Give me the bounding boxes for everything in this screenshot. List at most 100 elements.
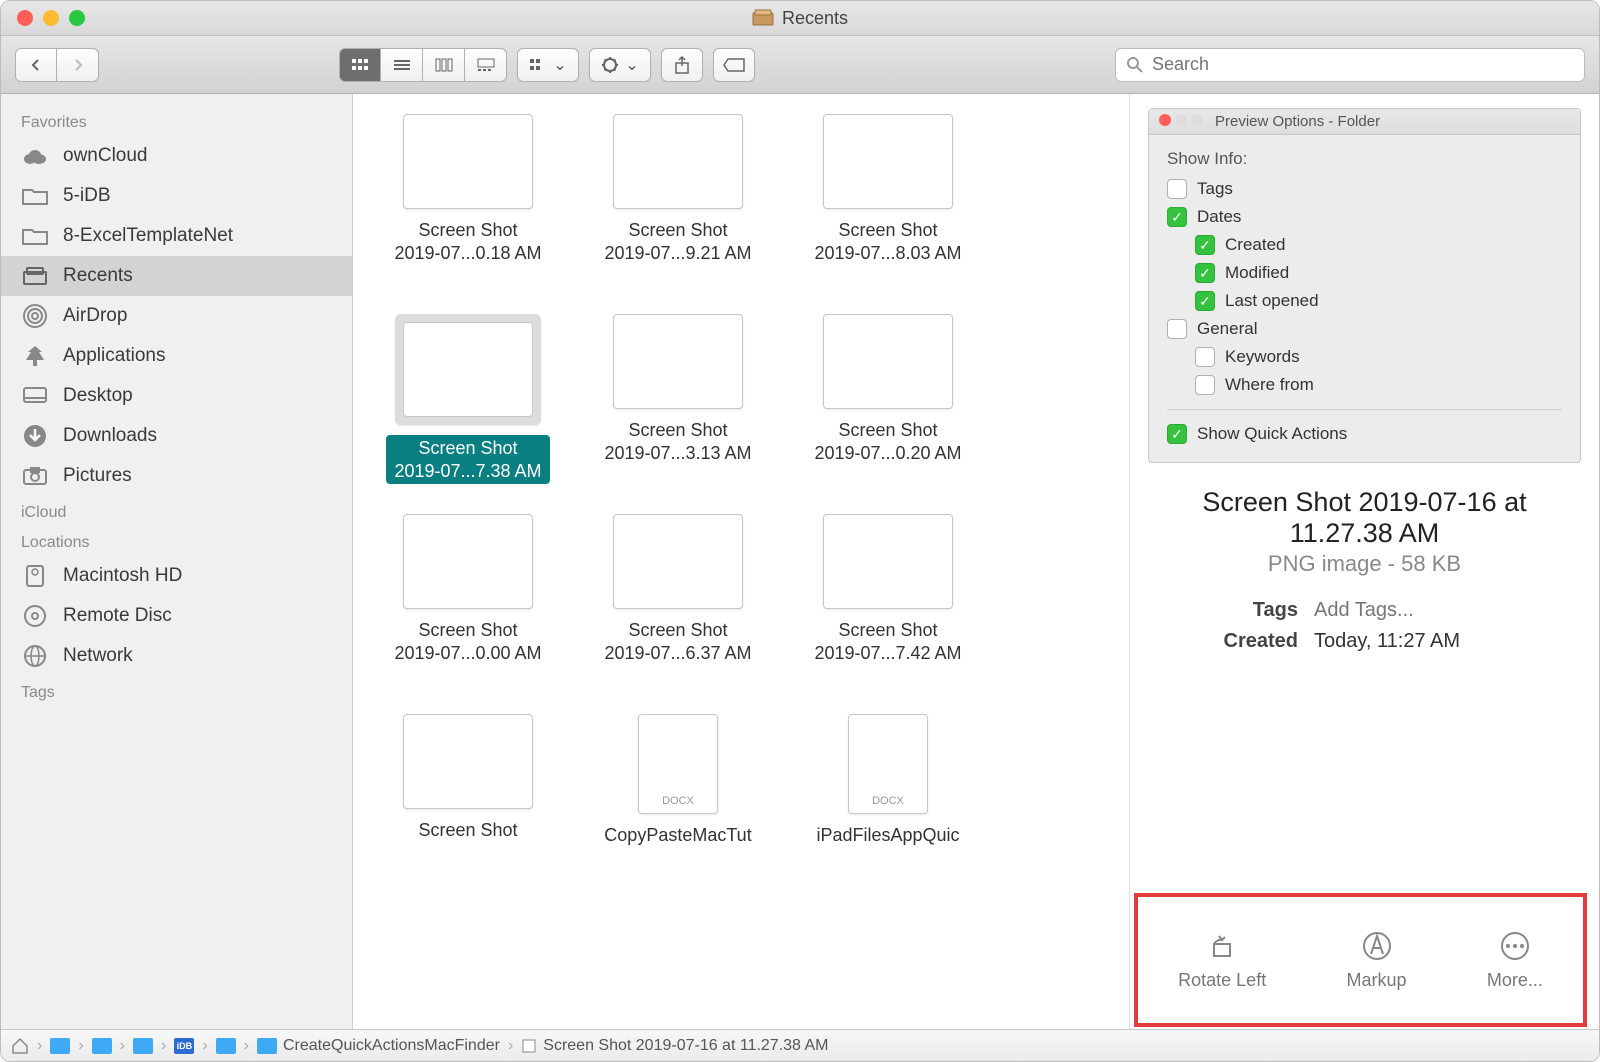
path-current-file[interactable]: Screen Shot 2019-07-16 at 11.27.38 AM	[521, 1037, 828, 1055]
preview-subtitle: PNG image - 58 KB	[1148, 551, 1581, 577]
search-field[interactable]	[1115, 48, 1585, 82]
zoom-window-button[interactable]	[69, 10, 85, 26]
path-bar: › › › › iDB› › CreateQuickActionsMacFind…	[1, 1029, 1599, 1061]
checkbox-dates[interactable]: ✓Dates	[1167, 203, 1562, 231]
checkbox-created[interactable]: ✓Created	[1167, 231, 1562, 259]
file-thumbnail	[403, 114, 533, 209]
icon-view-button[interactable]	[339, 48, 381, 82]
sidebar-header-locations: Locations	[1, 526, 352, 556]
sidebar: Favorites ownCloud 5-iDB 8-ExcelTemplate…	[1, 94, 353, 1029]
toolbar: ⌄ ⌄	[1, 36, 1599, 94]
file-thumbnail	[848, 714, 928, 814]
file-grid[interactable]: Screen Shot2019-07...0.18 AM Screen Shot2…	[353, 94, 1129, 1029]
file-name: Screen Shot2019-07...9.21 AM	[604, 219, 751, 264]
checkbox-modified[interactable]: ✓Modified	[1167, 259, 1562, 287]
file-thumbnail	[823, 114, 953, 209]
file-thumbnail	[613, 314, 743, 409]
file-item[interactable]: Screen Shot2019-07...8.03 AM	[783, 114, 993, 314]
preview-filename: Screen Shot 2019-07-16 at 11.27.38 AM	[1148, 487, 1581, 549]
file-item[interactable]: Screen Shot2019-07...6.37 AM	[573, 514, 783, 714]
path-folder[interactable]	[92, 1038, 112, 1054]
main: Favorites ownCloud 5-iDB 8-ExcelTemplate…	[1, 94, 1599, 1029]
sidebar-item-5-idb[interactable]: 5-iDB	[1, 176, 352, 216]
sidebar-item-airdrop[interactable]: AirDrop	[1, 296, 352, 336]
path-folder-named[interactable]: CreateQuickActionsMacFinder	[257, 1037, 500, 1055]
path-idb[interactable]: iDB	[174, 1038, 194, 1054]
file-name: Screen Shot2019-07...8.03 AM	[814, 219, 961, 264]
file-item[interactable]: Screen Shot2019-07...9.21 AM	[573, 114, 783, 314]
file-item[interactable]: Screen Shot2019-07...3.13 AM	[573, 314, 783, 514]
sidebar-item-pictures[interactable]: Pictures	[1, 456, 352, 496]
back-button[interactable]	[15, 48, 57, 82]
file-name: Screen Shot2019-07...0.18 AM	[394, 219, 541, 264]
close-icon[interactable]	[1159, 114, 1171, 126]
sidebar-header-tags: Tags	[1, 676, 352, 706]
checkbox-general[interactable]: General	[1167, 315, 1562, 343]
checkbox-show-quick-actions[interactable]: ✓Show Quick Actions	[1167, 420, 1562, 448]
file-name: CopyPasteMacTut	[604, 824, 751, 847]
quick-action-rotate-left[interactable]: Rotate Left	[1178, 930, 1266, 991]
preview-pane: Preview Options - Folder Show Info: Tags…	[1129, 94, 1599, 1029]
file-thumbnail	[613, 514, 743, 609]
sidebar-item-8-exceltemplatenet[interactable]: 8-ExcelTemplateNet	[1, 216, 352, 256]
list-view-button[interactable]	[381, 48, 423, 82]
markup-icon	[1361, 930, 1393, 962]
file-name: iPadFilesAppQuic	[816, 824, 959, 847]
preview-options-panel: Preview Options - Folder Show Info: Tags…	[1148, 108, 1581, 463]
checkbox-where-from[interactable]: Where from	[1167, 371, 1562, 399]
search-icon	[1126, 56, 1144, 74]
file-item[interactable]: Screen Shot2019-07...0.00 AM	[363, 514, 573, 714]
sidebar-item-recents[interactable]: Recents	[1, 256, 352, 296]
share-button[interactable]	[661, 48, 703, 82]
window-controls	[17, 10, 85, 26]
path-folder[interactable]	[50, 1038, 70, 1054]
titlebar: Recents	[1, 1, 1599, 36]
sidebar-item-applications[interactable]: Applications	[1, 336, 352, 376]
sidebar-item-macintosh-hd[interactable]: Macintosh HD	[1, 556, 352, 596]
search-input[interactable]	[1152, 54, 1574, 75]
window-title: Recents	[752, 8, 848, 29]
forward-button[interactable]	[57, 48, 99, 82]
checkbox-tags[interactable]: Tags	[1167, 175, 1562, 203]
finder-window: Recents ⌄ ⌄	[0, 0, 1600, 1062]
file-name: Screen Shot2019-07...3.13 AM	[604, 419, 751, 464]
minimize-window-button[interactable]	[43, 10, 59, 26]
sidebar-item-network[interactable]: Network	[1, 636, 352, 676]
quick-actions-highlight: Rotate Left Markup More...	[1134, 893, 1587, 1027]
file-item[interactable]: Screen Shot	[363, 714, 573, 914]
file-item[interactable]: Screen Shot2019-07...0.20 AM	[783, 314, 993, 514]
add-tags-field[interactable]: Add Tags...	[1314, 599, 1414, 622]
preview-options-titlebar: Preview Options - Folder	[1149, 109, 1580, 135]
preview-metadata: TagsAdd Tags... CreatedToday, 11:27 AM	[1148, 595, 1581, 657]
file-item[interactable]: Screen Shot2019-07...0.18 AM	[363, 114, 573, 314]
column-view-button[interactable]	[423, 48, 465, 82]
file-thumbnail	[613, 114, 743, 209]
gallery-view-button[interactable]	[465, 48, 507, 82]
file-item[interactable]: CopyPasteMacTut	[573, 714, 783, 914]
group-by-button[interactable]: ⌄	[517, 48, 579, 82]
window-title-text: Recents	[782, 8, 848, 29]
action-menu-button[interactable]: ⌄	[589, 48, 651, 82]
checkbox-keywords[interactable]: Keywords	[1167, 343, 1562, 371]
file-item[interactable]: Screen Shot2019-07...7.42 AM	[783, 514, 993, 714]
quick-action-more[interactable]: More...	[1487, 930, 1543, 991]
path-folder[interactable]	[133, 1038, 153, 1054]
checkbox-last-opened[interactable]: ✓Last opened	[1167, 287, 1562, 315]
close-window-button[interactable]	[17, 10, 33, 26]
file-name: Screen Shot	[418, 819, 517, 842]
file-item[interactable]: Screen Shot2019-07...7.38 AM	[363, 314, 573, 514]
file-name: Screen Shot2019-07...7.38 AM	[386, 435, 549, 484]
airdrop-icon	[21, 304, 49, 328]
path-folder[interactable]	[216, 1038, 236, 1054]
sidebar-item-downloads[interactable]: Downloads	[1, 416, 352, 456]
quick-action-markup[interactable]: Markup	[1347, 930, 1407, 991]
nav-group	[15, 48, 99, 82]
file-name: Screen Shot2019-07...0.20 AM	[814, 419, 961, 464]
path-home[interactable]	[11, 1037, 29, 1055]
file-item[interactable]: iPadFilesAppQuic	[783, 714, 993, 914]
sidebar-item-owncloud[interactable]: ownCloud	[1, 136, 352, 176]
tags-button[interactable]	[713, 48, 755, 82]
file-thumbnail	[823, 314, 953, 409]
sidebar-item-remote-disc[interactable]: Remote Disc	[1, 596, 352, 636]
sidebar-item-desktop[interactable]: Desktop	[1, 376, 352, 416]
